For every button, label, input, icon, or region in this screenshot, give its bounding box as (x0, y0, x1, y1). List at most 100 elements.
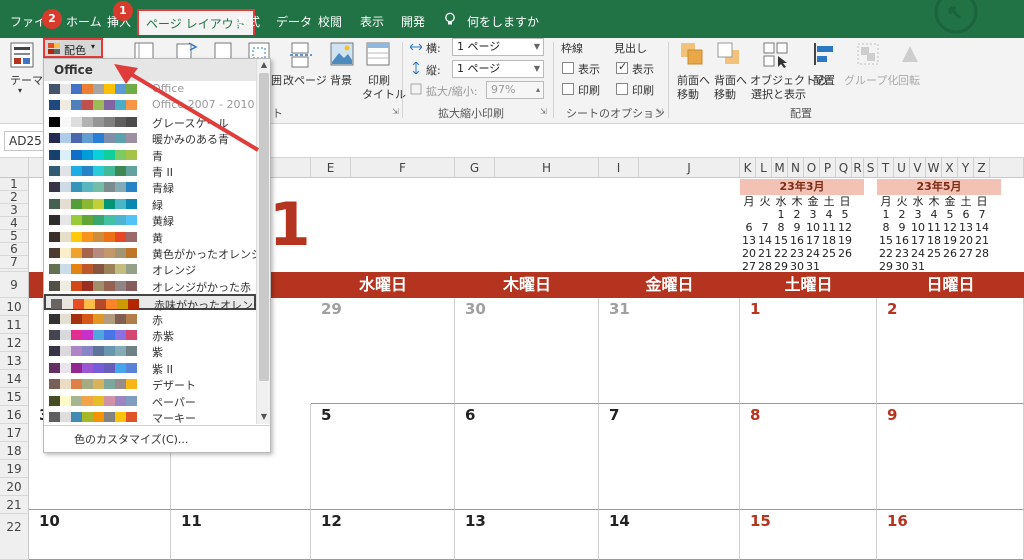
column-header-e[interactable]: E (311, 158, 351, 178)
calendar-day-cell[interactable]: 15 (740, 510, 877, 560)
colors-button[interactable]: 配色 ▾ (43, 38, 103, 58)
color-scheme-item[interactable]: マーキー (44, 409, 256, 425)
page-break-label[interactable]: 改ページ (283, 72, 327, 88)
calendar-day-cell[interactable]: 29 (311, 298, 455, 404)
column-header-g[interactable]: G (455, 158, 495, 178)
column-header-o[interactable]: O (804, 158, 820, 178)
calendar-day-cell[interactable]: 31 (599, 298, 740, 404)
column-header-f[interactable]: F (351, 158, 455, 178)
select-all-corner[interactable] (0, 158, 29, 178)
column-header-aa[interactable] (990, 158, 1024, 178)
scroll-down-icon[interactable]: ▼ (258, 411, 270, 423)
print-titles-label-2[interactable]: タイトル (362, 86, 406, 102)
calendar-day-cell[interactable]: 6 (455, 404, 599, 510)
theme-icon[interactable] (10, 42, 34, 68)
send-backward-icon[interactable] (717, 42, 741, 66)
theme-label[interactable]: テーマ (10, 72, 43, 88)
dialog-launcher-icon[interactable]: ⇲ (540, 107, 547, 116)
column-header-l[interactable]: L (756, 158, 772, 178)
column-header-h[interactable]: H (495, 158, 599, 178)
scale-input[interactable]: 97% ▴ (486, 81, 544, 99)
tab-formulas[interactable]: 数式 (236, 9, 260, 35)
row-header-21[interactable]: 21 (0, 496, 29, 514)
row-header-14[interactable]: 14 (0, 370, 29, 388)
selection-pane-icon[interactable] (763, 42, 789, 68)
column-header-q[interactable]: Q (836, 158, 852, 178)
color-scheme-item[interactable]: 赤紫 (44, 327, 256, 343)
color-scheme-item[interactable]: 赤味がかったオレンジ (44, 294, 264, 312)
color-scheme-item[interactable]: 赤 (44, 311, 256, 327)
group-label[interactable]: グループ化 (844, 72, 898, 88)
headings-view-checkbox[interactable] (616, 60, 628, 74)
calendar-day-cell[interactable]: 11 (171, 510, 311, 560)
column-header-k[interactable]: K (740, 158, 756, 178)
background-label[interactable]: 背景 (330, 72, 352, 88)
tab-developer[interactable]: 開発 (401, 9, 425, 35)
background-image-icon[interactable] (330, 42, 354, 66)
row-header-22[interactable]: 22 (0, 514, 29, 560)
calendar-day-cell[interactable]: 1 (740, 298, 877, 404)
column-header-u[interactable]: U (894, 158, 910, 178)
row-header-7[interactable]: 7 (0, 256, 29, 269)
color-scheme-item[interactable]: 青緑 (44, 179, 256, 195)
column-header-z[interactable]: Z (974, 158, 990, 178)
calendar-day-cell[interactable]: 30 (455, 298, 599, 404)
color-scheme-item[interactable]: デザート (44, 376, 256, 392)
row-header-11[interactable]: 11 (0, 316, 29, 334)
color-scheme-item[interactable]: 黄色がかったオレンジ (44, 245, 262, 261)
headings-print-checkbox[interactable] (616, 83, 628, 95)
row-header-16[interactable]: 16 (0, 406, 29, 424)
group-icon[interactable] (856, 42, 880, 66)
print-area-label[interactable]: 囲 (271, 72, 282, 88)
send-backward-label-2[interactable]: 移動 (714, 86, 736, 102)
column-header-i[interactable]: I (599, 158, 639, 178)
calendar-day-cell[interactable]: 12 (311, 510, 455, 560)
width-select[interactable]: 1 ページ ▼ (452, 38, 544, 56)
calendar-day-cell[interactable]: 8 (740, 404, 877, 510)
color-scheme-item[interactable]: オレンジがかった赤 (44, 278, 256, 294)
print-titles-icon[interactable] (366, 42, 390, 66)
color-scheme-item[interactable]: 黄 (44, 229, 256, 245)
column-header-s[interactable]: S (864, 158, 878, 178)
color-scheme-item[interactable]: 黄緑 (44, 212, 256, 228)
rotate-label[interactable]: 回転 (898, 72, 920, 88)
calendar-day-cell[interactable]: 14 (599, 510, 740, 560)
name-box[interactable]: AD25 (4, 131, 44, 151)
calendar-day-cell[interactable]: 2 (877, 298, 1024, 404)
column-header-w[interactable]: W (926, 158, 942, 178)
calendar-day-cell[interactable]: 9 (877, 404, 1024, 510)
page-break-icon[interactable] (290, 42, 312, 68)
color-scheme-item[interactable]: 紫 (44, 343, 256, 359)
color-scheme-item[interactable]: ペーパー (44, 393, 256, 409)
row-header-9[interactable]: 9 (0, 272, 29, 298)
calendar-day-cell[interactable]: 5 (311, 404, 455, 510)
row-header-13[interactable]: 13 (0, 352, 29, 370)
column-header-x[interactable]: X (942, 158, 958, 178)
column-header-m[interactable]: M (772, 158, 788, 178)
row-header-18[interactable]: 18 (0, 442, 29, 460)
customize-colors-item[interactable]: 色のカスタマイズ(C)... (74, 431, 188, 447)
tell-me-search[interactable]: 何をしますか (467, 9, 539, 35)
column-header-y[interactable]: Y (958, 158, 974, 178)
dialog-launcher-icon[interactable]: ⇲ (656, 107, 663, 116)
row-header-12[interactable]: 12 (0, 334, 29, 352)
color-scheme-item[interactable]: 緑 (44, 196, 256, 212)
calendar-day-cell[interactable]: 7 (599, 404, 740, 510)
column-header-p[interactable]: P (820, 158, 836, 178)
calendar-day-cell[interactable]: 16 (877, 510, 1024, 560)
gridlines-print-checkbox[interactable] (562, 83, 574, 95)
row-header-10[interactable]: 10 (0, 298, 29, 316)
bring-forward-icon[interactable] (680, 42, 704, 66)
bring-forward-label-2[interactable]: 移動 (677, 86, 699, 102)
row-header-17[interactable]: 17 (0, 424, 29, 442)
dialog-launcher-icon[interactable]: ⇲ (392, 107, 399, 116)
column-header-n[interactable]: N (788, 158, 804, 178)
calendar-day-cell[interactable]: 13 (455, 510, 599, 560)
tab-review[interactable]: 校閲 (318, 9, 342, 35)
color-scheme-item[interactable]: 紫 II (44, 360, 256, 376)
align-icon[interactable] (813, 42, 837, 66)
rotate-icon[interactable] (898, 42, 922, 66)
column-header-t[interactable]: T (878, 158, 894, 178)
tab-view[interactable]: 表示 (360, 9, 384, 35)
align-label[interactable]: 配置 (813, 72, 835, 88)
